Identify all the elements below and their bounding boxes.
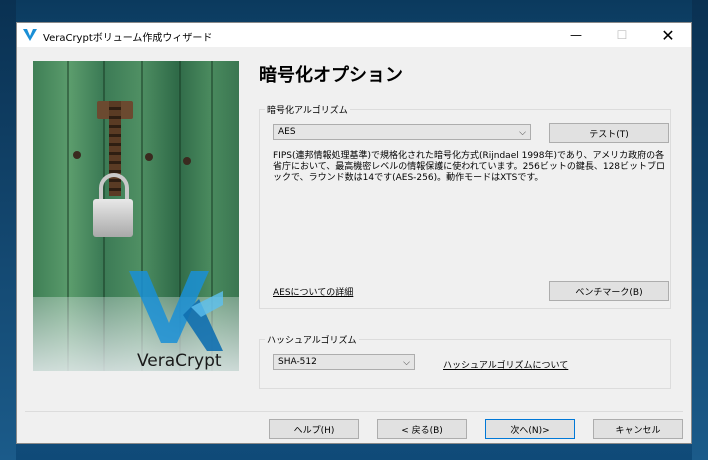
- encryption-algorithm-select[interactable]: AES ⌵: [273, 124, 531, 140]
- hash-algorithm-select[interactable]: SHA-512 ⌵: [273, 354, 415, 370]
- algorithm-description: FIPS(連邦情報処理基準)で規格化された暗号化方式(Rijndael 1998…: [273, 151, 666, 183]
- close-button[interactable]: ✕: [645, 23, 691, 47]
- encryption-algorithm-value: AES: [278, 127, 296, 137]
- chevron-down-icon: ⌵: [519, 128, 526, 138]
- page-title: 暗号化オプション: [259, 65, 403, 86]
- title-bar[interactable]: VeraCryptボリューム作成ウィザード — ☐ ✕: [17, 23, 691, 47]
- hash-group-label: ハッシュアルゴリズム: [265, 333, 359, 346]
- veracrypt-logo-icon: [129, 271, 223, 351]
- hash-algorithm-value: SHA-512: [278, 357, 317, 367]
- hash-about-link[interactable]: ハッシュアルゴリズムについて: [443, 358, 568, 371]
- next-button[interactable]: 次へ(N)>: [485, 419, 575, 439]
- nail-icon: [73, 151, 81, 159]
- encryption-group-label: 暗号化アルゴリズム: [265, 103, 350, 116]
- wizard-window: VeraCryptボリューム作成ウィザード — ☐ ✕ VeraCrypt 暗号…: [16, 22, 692, 444]
- maximize-button[interactable]: ☐: [599, 23, 645, 47]
- padlock-icon: [93, 199, 133, 237]
- benchmark-button[interactable]: ベンチマーク(B): [549, 281, 669, 301]
- back-button[interactable]: < 戻る(B): [377, 419, 467, 439]
- cancel-button[interactable]: キャンセル: [593, 419, 683, 439]
- test-button[interactable]: テスト(T): [549, 123, 669, 143]
- chevron-down-icon: ⌵: [403, 358, 410, 368]
- aes-details-link[interactable]: AESについての詳細: [273, 285, 353, 298]
- wizard-graphic: VeraCrypt: [33, 61, 239, 371]
- minimize-button[interactable]: —: [553, 23, 599, 47]
- desktop-background-left: [0, 0, 16, 460]
- nail-icon: [183, 157, 191, 165]
- footer-divider: [25, 411, 683, 412]
- nail-icon: [145, 153, 153, 161]
- desktop-background-right: [692, 0, 708, 460]
- window-title: VeraCryptボリューム作成ウィザード: [43, 33, 213, 44]
- veracrypt-app-icon: [23, 29, 37, 41]
- brand-wordmark: VeraCrypt: [137, 351, 222, 371]
- help-button[interactable]: ヘルプ(H): [269, 419, 359, 439]
